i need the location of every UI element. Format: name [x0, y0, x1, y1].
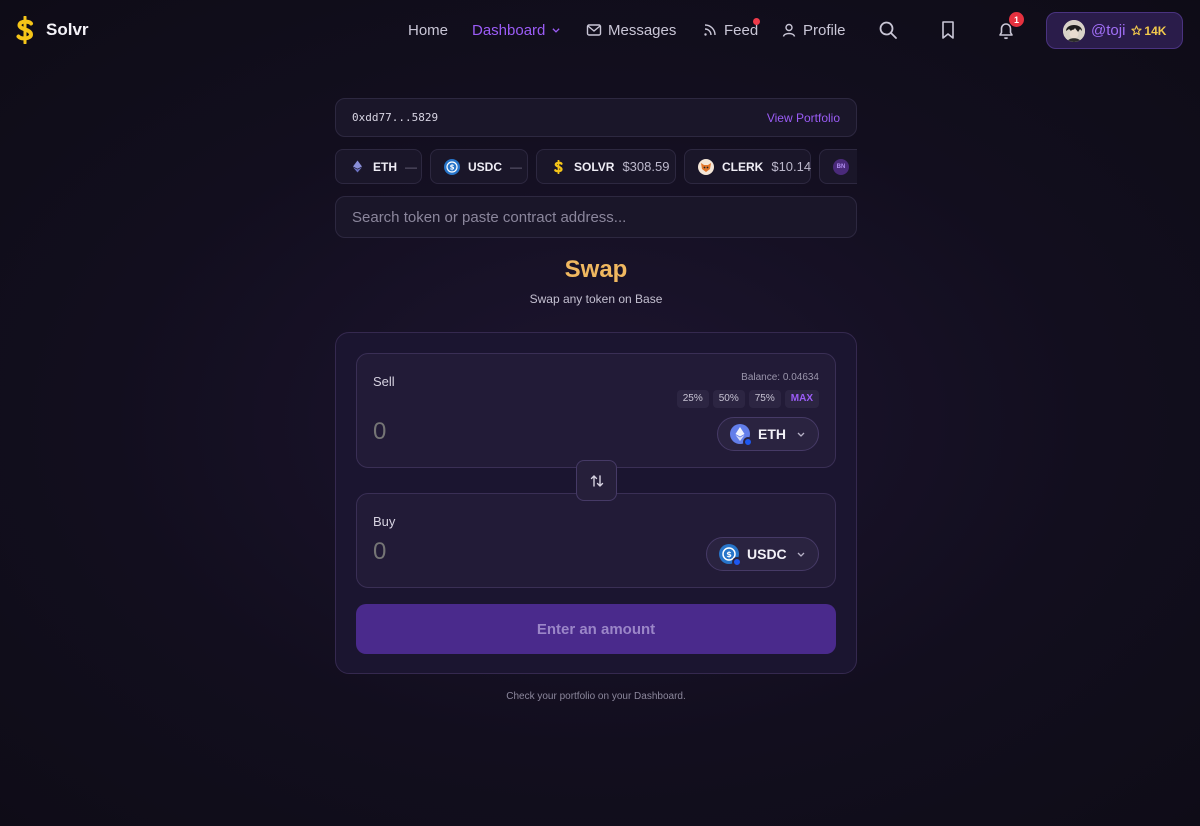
- buy-amount-input[interactable]: [373, 538, 623, 566]
- clerk-icon: [698, 158, 714, 175]
- nav-feed-label: Feed: [724, 21, 759, 39]
- dollar-logo-icon: [16, 16, 34, 44]
- notification-badge: 1: [1009, 12, 1024, 27]
- token-chip-price: $308.59: [622, 159, 670, 174]
- token-chip-symbol: USDC: [468, 159, 503, 174]
- bookmark-icon[interactable]: [937, 19, 959, 41]
- svg-text:$: $: [450, 163, 455, 171]
- avatar: [1063, 19, 1085, 42]
- swap-card: Sell Balance: 0.04634 25% 50% 75% MAX ET…: [335, 332, 857, 674]
- username: @toji: [1091, 22, 1126, 39]
- page-subtitle: Swap any token on Base: [529, 292, 663, 306]
- base-chain-icon: [743, 437, 753, 447]
- swap-submit-button[interactable]: Enter an amount: [356, 604, 836, 654]
- percent-50-button[interactable]: 50%: [712, 390, 745, 408]
- eth-icon: [730, 424, 753, 447]
- usdc-icon: $: [719, 544, 742, 567]
- user-icon: [782, 23, 796, 37]
- percent-75-button[interactable]: 75%: [748, 390, 781, 408]
- search-icon[interactable]: [877, 19, 899, 41]
- percent-25-button[interactable]: 25%: [676, 390, 709, 408]
- buy-token-symbol: USDC: [747, 546, 787, 562]
- nav-home-label: Home: [408, 21, 449, 39]
- solvr-icon: [550, 159, 566, 175]
- bn-icon: BN: [833, 158, 849, 175]
- reputation-score-value: 14K: [1144, 23, 1167, 38]
- usdc-icon: $: [444, 158, 460, 175]
- token-chip-usdc[interactable]: $ USDC —: [430, 149, 528, 184]
- reputation-score: 14K: [1131, 24, 1166, 38]
- sell-amount-input[interactable]: [373, 418, 623, 446]
- token-chip-eth[interactable]: ETH —: [335, 149, 422, 184]
- token-chip-price: —: [510, 159, 523, 174]
- sell-label: Sell: [373, 374, 395, 389]
- top-nav: Solvr Home Dashboard Messages Feed Profi…: [0, 0, 1200, 60]
- token-chip-price: —: [405, 159, 417, 174]
- user-menu-button[interactable]: @toji 14K: [1046, 12, 1183, 49]
- sell-token-select[interactable]: ETH: [717, 417, 819, 451]
- eth-icon: [349, 159, 365, 175]
- token-search: [335, 196, 857, 238]
- nav-messages[interactable]: Messages: [586, 20, 676, 40]
- token-chip-bn[interactable]: BN: [819, 149, 857, 184]
- star-icon: [1131, 25, 1143, 36]
- sell-panel: Sell Balance: 0.04634 25% 50% 75% MAX ET…: [356, 353, 836, 468]
- token-chip-price: $10.14: [771, 159, 812, 174]
- feed-new-dot: [753, 18, 760, 25]
- nav-dashboard[interactable]: Dashboard: [472, 20, 561, 40]
- buy-label: Buy: [373, 514, 396, 529]
- nav-home[interactable]: Home: [408, 20, 448, 40]
- chevron-down-icon: [797, 552, 805, 557]
- chevron-down-icon: [797, 432, 805, 437]
- swap-arrows-icon: [590, 474, 603, 487]
- page-title: Swap: [564, 256, 628, 283]
- nav-feed[interactable]: Feed: [702, 18, 760, 40]
- sell-balance: Balance: 0.04634: [741, 372, 819, 383]
- mail-icon: [586, 24, 602, 36]
- footer-note: Check your portfolio on your Dashboard.: [506, 691, 686, 702]
- buy-token-select[interactable]: $ USDC: [706, 537, 819, 571]
- svg-text:$: $: [726, 550, 732, 559]
- token-chip-symbol: CLERK: [722, 159, 764, 174]
- swap-direction-button[interactable]: [576, 460, 617, 501]
- brand[interactable]: Solvr: [14, 16, 89, 44]
- chevron-down-icon: [552, 28, 560, 33]
- token-chip-symbol: ETH: [373, 159, 397, 174]
- token-chip-symbol: SOLVR: [574, 159, 615, 174]
- base-chain-icon: [732, 557, 742, 567]
- rss-icon: [704, 24, 716, 36]
- nav-dashboard-label: Dashboard: [472, 21, 546, 39]
- nav-profile-label: Profile: [803, 21, 846, 39]
- token-chip-solvr[interactable]: SOLVR $308.59: [536, 149, 676, 184]
- token-quick-list: ETH — $ USDC — SOLVR $308.59 CLERK $10.1…: [335, 149, 857, 184]
- token-chip-clerk[interactable]: CLERK $10.14: [684, 149, 811, 184]
- max-button[interactable]: MAX: [784, 390, 819, 408]
- brand-name: Solvr: [46, 20, 89, 39]
- nav-profile[interactable]: Profile: [781, 20, 846, 40]
- wallet-bar: 0xdd77...5829 View Portfolio: [335, 98, 857, 137]
- view-portfolio-link[interactable]: View Portfolio: [767, 111, 840, 125]
- nav-messages-label: Messages: [608, 21, 677, 39]
- sell-token-symbol: ETH: [758, 426, 786, 442]
- token-search-input[interactable]: [352, 208, 840, 226]
- percent-buttons: 25% 50% 75% MAX: [676, 390, 819, 408]
- wallet-address[interactable]: 0xdd77...5829: [352, 111, 438, 124]
- buy-panel: Buy $ USDC: [356, 493, 836, 588]
